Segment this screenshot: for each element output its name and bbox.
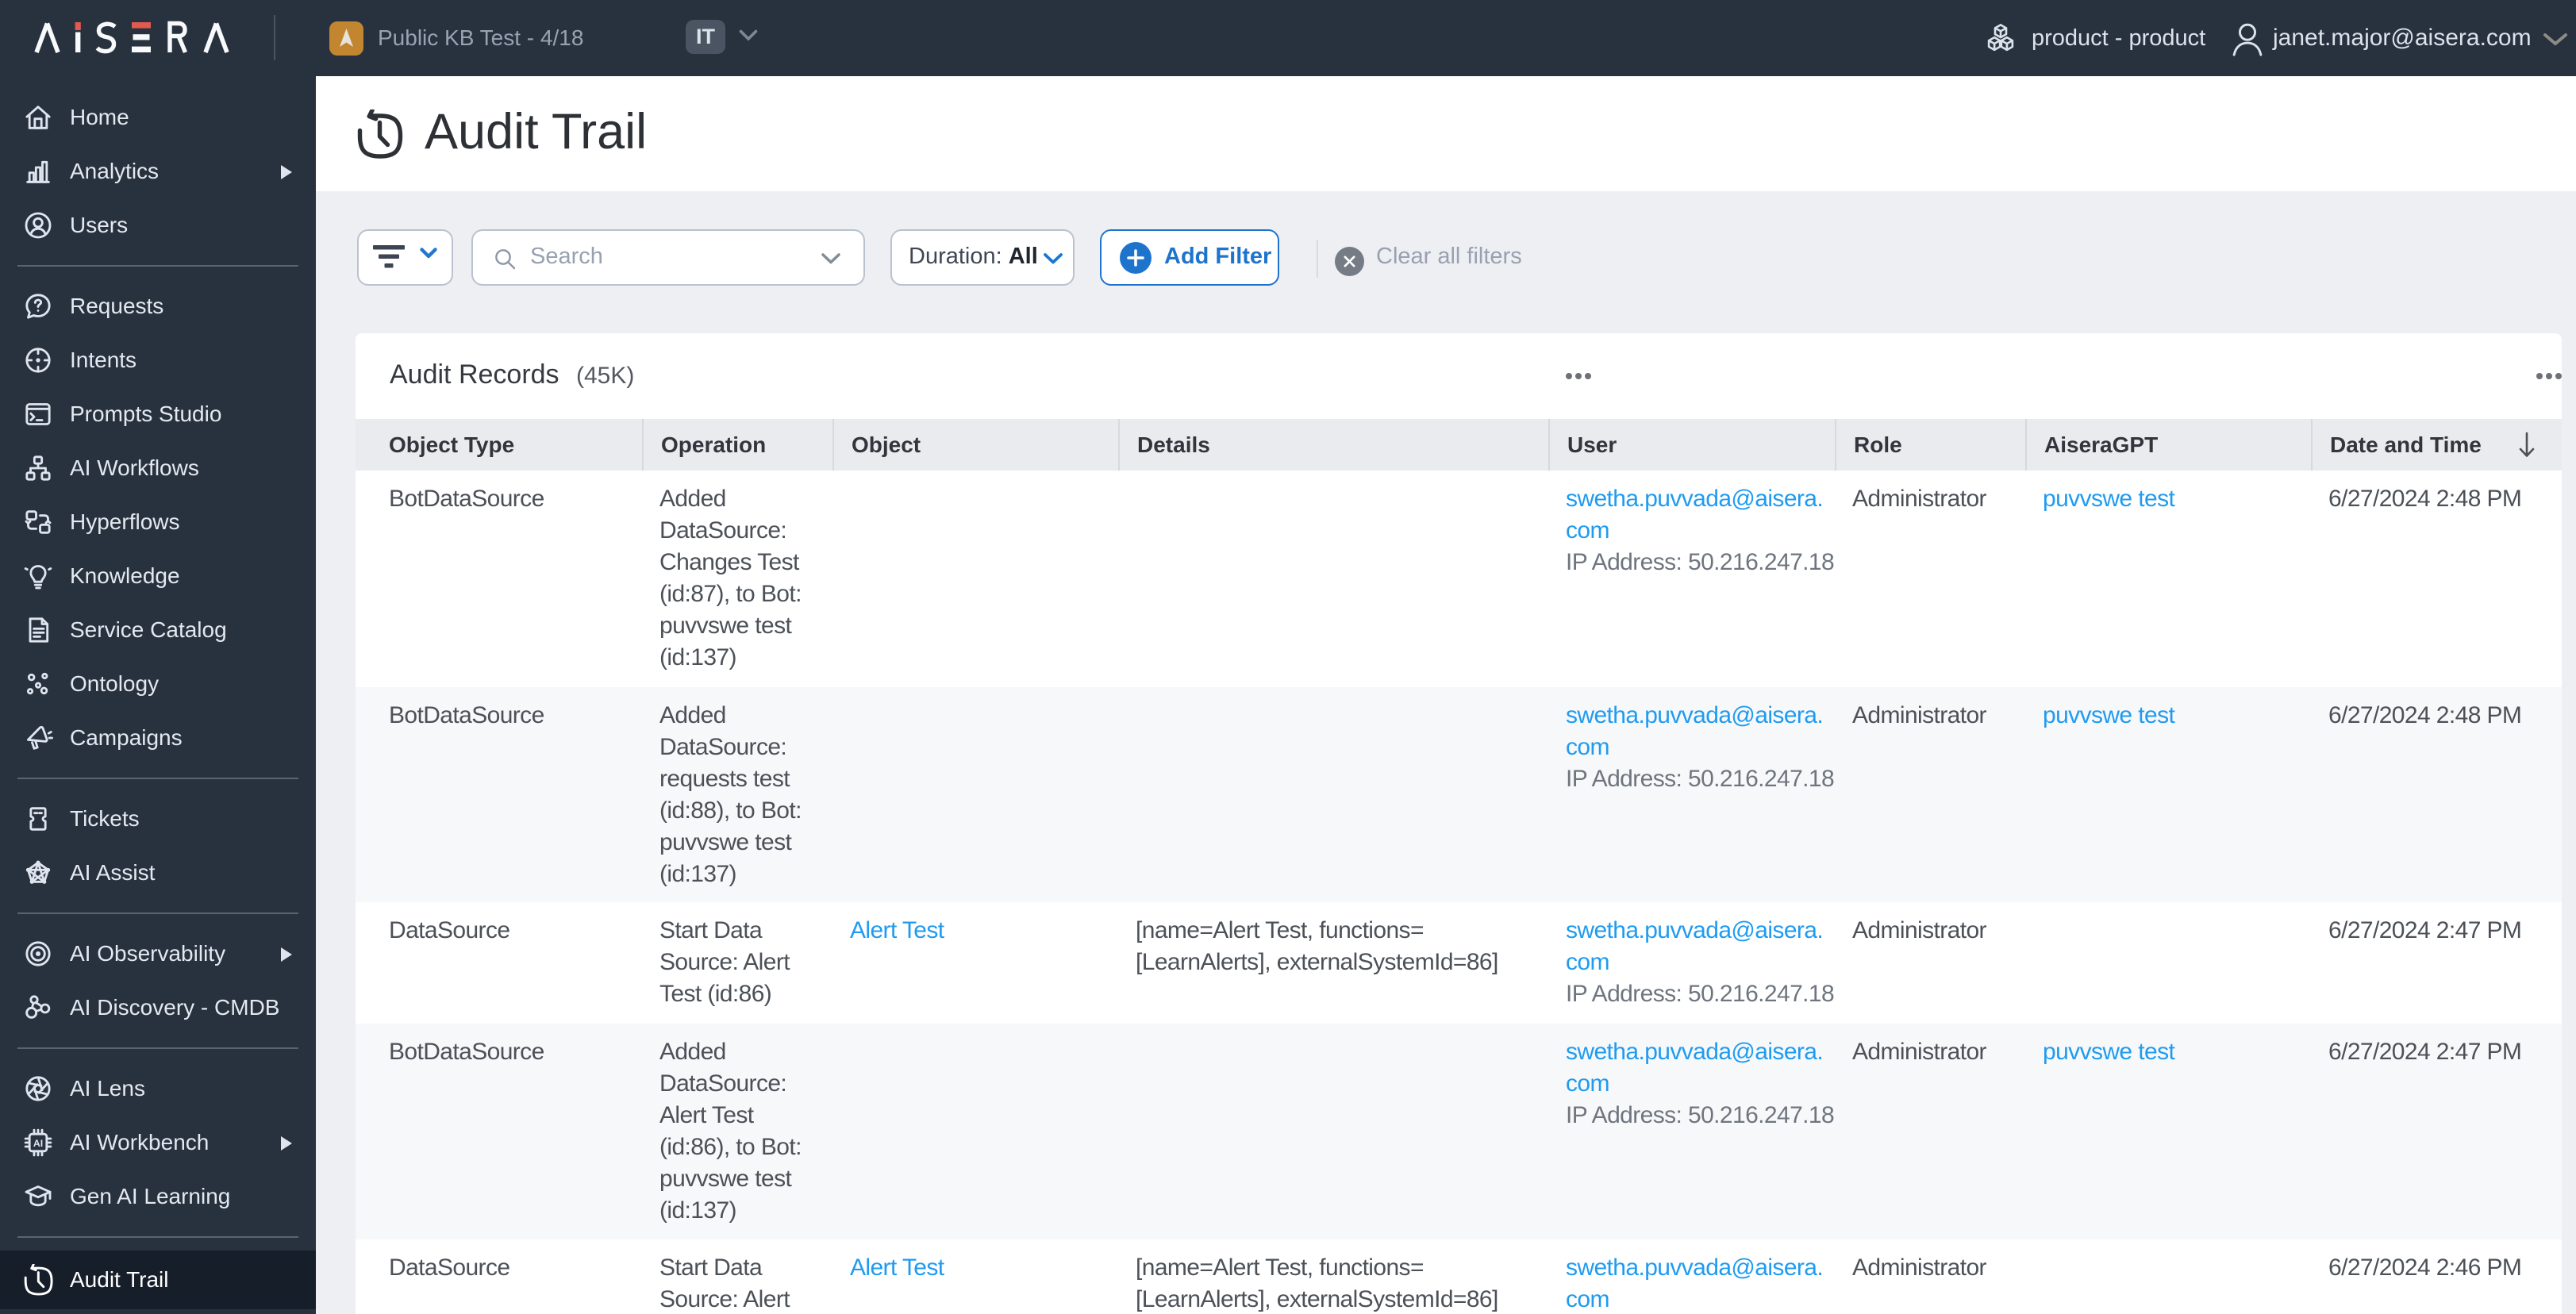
svg-text:AI: AI (33, 1138, 43, 1149)
